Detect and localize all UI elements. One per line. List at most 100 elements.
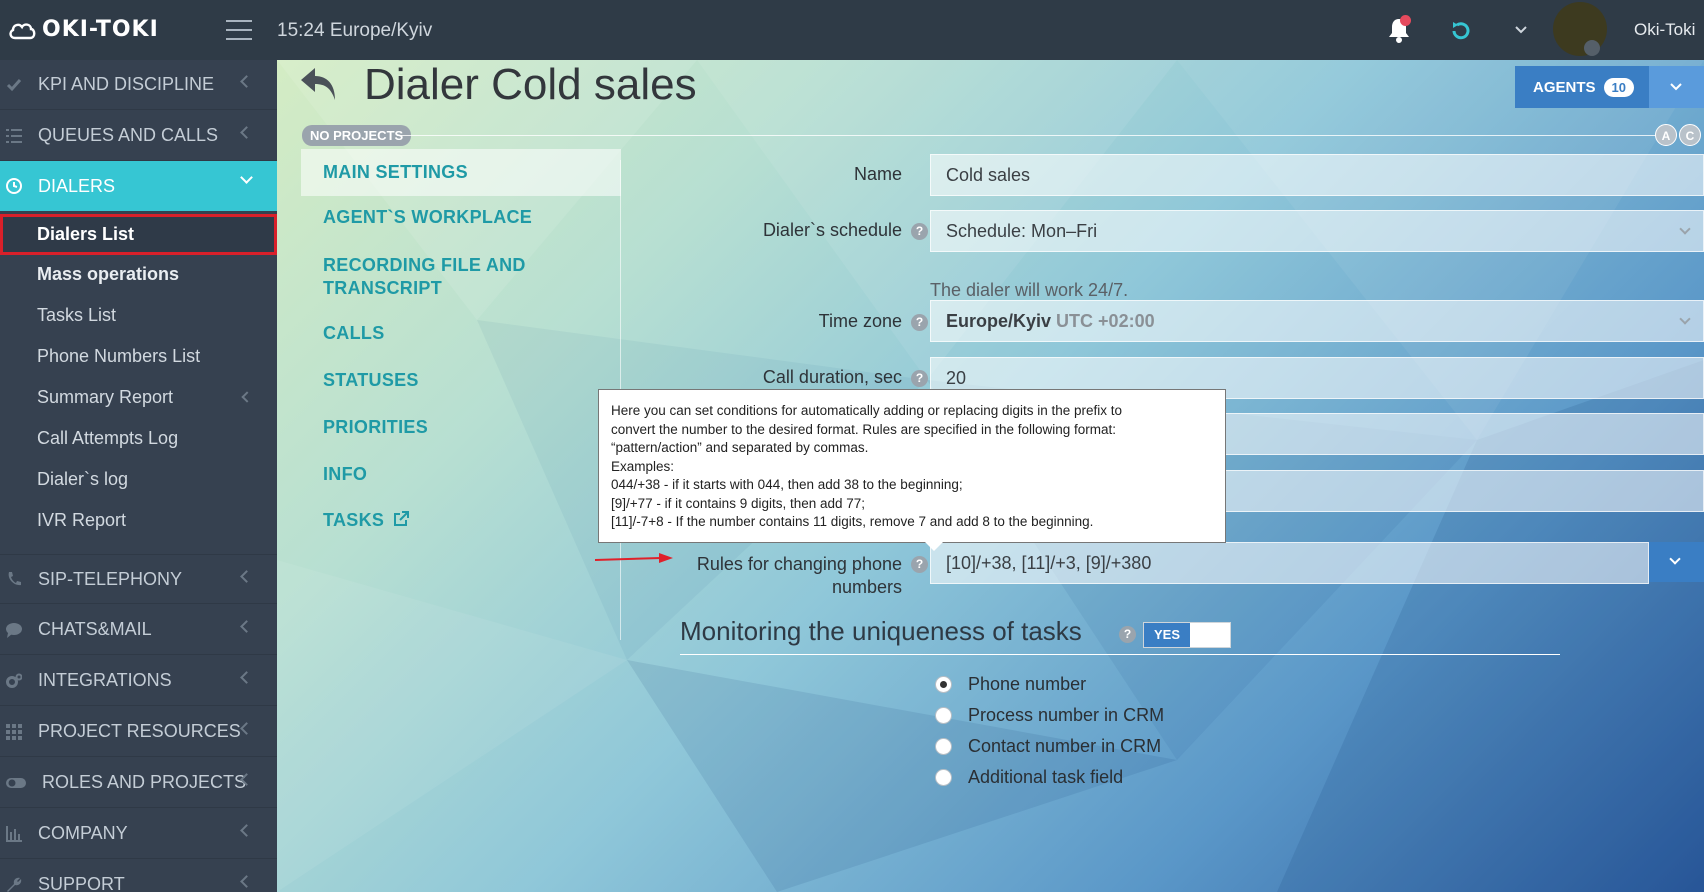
grid-icon bbox=[6, 723, 22, 740]
schedule-hint: The dialer will work 24/7. bbox=[930, 280, 1129, 300]
radio-label: Phone number bbox=[968, 674, 1087, 694]
tab-tasks[interactable]: TASKS bbox=[301, 510, 621, 531]
tab-statuses[interactable]: STATUSES bbox=[301, 370, 621, 391]
back-arrow-icon[interactable] bbox=[299, 66, 339, 102]
chat-icon bbox=[6, 622, 22, 638]
timezone-utc: UTC +02:00 bbox=[1056, 311, 1155, 331]
agents-button[interactable]: AGENTS 10 bbox=[1515, 66, 1649, 108]
sidebar-sub-dialers-list[interactable]: Dialers List bbox=[0, 214, 277, 255]
agents-dropdown-button[interactable] bbox=[1649, 66, 1704, 108]
sidebar-item-project-resources[interactable]: PROJECT RESOURCES bbox=[0, 707, 277, 757]
sidebar-sub-ivr-report[interactable]: IVR Report bbox=[0, 500, 277, 541]
help-icon[interactable]: ? bbox=[911, 370, 928, 387]
help-icon[interactable]: ? bbox=[911, 556, 928, 573]
sidebar-item-label: KPI AND DISCIPLINE bbox=[38, 74, 215, 94]
sidebar-item-label: DIALERS bbox=[38, 175, 116, 196]
tooltip-line: [9]/+77 - if it contains 9 digits, then … bbox=[611, 495, 866, 511]
tooltip-line: 044/+38 - if it starts with 044, then ad… bbox=[611, 477, 963, 492]
help-icon[interactable]: ? bbox=[911, 223, 928, 240]
agents-count-badge: 10 bbox=[1603, 77, 1634, 97]
sidebar-item-integrations[interactable]: INTEGRATIONS bbox=[0, 656, 277, 706]
help-icon[interactable]: ? bbox=[911, 314, 928, 331]
tab-tasks-label: TASKS bbox=[323, 510, 385, 530]
help-icon[interactable]: ? bbox=[1119, 626, 1136, 643]
tab-main-settings[interactable]: MAIN SETTINGS bbox=[301, 149, 621, 196]
external-link-icon bbox=[394, 511, 410, 526]
logo-text: OKI-TOKI bbox=[42, 17, 159, 42]
sidebar-sub-summary-report[interactable]: Summary Report bbox=[0, 377, 277, 418]
sidebar-sub-phone-numbers-list[interactable]: Phone Numbers List bbox=[0, 336, 277, 377]
radio-button[interactable] bbox=[935, 738, 952, 755]
chevron-down-icon[interactable] bbox=[1515, 26, 1527, 34]
sidebar-item-label: SUPPORT bbox=[38, 874, 125, 892]
sidebar-item-chats[interactable]: CHATS&MAIL bbox=[0, 605, 277, 655]
sidebar-item-roles[interactable]: ROLES AND PROJECTS bbox=[0, 758, 277, 808]
radio-process-number[interactable]: Process number in CRM bbox=[935, 705, 1164, 726]
tab-priorities[interactable]: PRIORITIES bbox=[301, 417, 621, 438]
name-label: Name bbox=[853, 164, 902, 184]
tooltip-line: Examples: bbox=[611, 458, 675, 474]
radio-additional-field[interactable]: Additional task field bbox=[935, 767, 1123, 788]
radio-button[interactable] bbox=[935, 676, 952, 693]
phone-icon bbox=[8, 572, 21, 586]
schedule-value: Schedule: Mon–Fri bbox=[946, 221, 1098, 241]
rules-input[interactable]: [10]/+38, [11]/+3, [9]/+380 bbox=[930, 542, 1649, 584]
tab-agents-workplace[interactable]: AGENT`S WORKPLACE bbox=[301, 207, 621, 228]
sidebar-item-label: INTEGRATIONS bbox=[38, 670, 172, 690]
rules-label: Rules for changing phone numbers bbox=[696, 554, 902, 597]
sidebar-item-label: SIP-TELEPHONY bbox=[38, 568, 183, 589]
tab-info[interactable]: INFO bbox=[301, 464, 621, 485]
radio-label: Process number in CRM bbox=[968, 705, 1165, 725]
refresh-icon[interactable] bbox=[1450, 20, 1472, 42]
projects-badge[interactable]: NO PROJECTS bbox=[302, 125, 412, 146]
title-divider bbox=[397, 135, 1667, 136]
radio-button[interactable] bbox=[935, 769, 952, 786]
schedule-select[interactable]: Schedule: Mon–Fri bbox=[930, 210, 1704, 252]
tab-calls[interactable]: CALLS bbox=[301, 323, 621, 344]
page-title: Dialer Cold sales bbox=[364, 60, 697, 109]
tab-recording-file[interactable]: RECORDING FILE AND TRANSCRIPT bbox=[301, 254, 561, 300]
username[interactable]: Oki-Toki bbox=[1634, 20, 1695, 40]
name-input[interactable]: Cold sales bbox=[930, 154, 1704, 196]
tooltip-line: [11]/-7+8 - If the number contains 11 di… bbox=[611, 514, 1094, 529]
menu-toggle-icon[interactable] bbox=[226, 20, 252, 40]
sidebar-item-company[interactable]: COMPANY bbox=[0, 809, 277, 859]
sidebar-sub-call-attempts-log[interactable]: Call Attempts Log bbox=[0, 418, 277, 459]
tooltip-tail bbox=[925, 542, 943, 551]
circle-a-badge[interactable]: A bbox=[1655, 124, 1677, 146]
sidebar-item-label: QUEUES AND CALLS bbox=[38, 125, 219, 145]
timezone-select[interactable]: Europe/Kyiv UTC +02:00 bbox=[930, 300, 1704, 342]
radio-phone-number[interactable]: Phone number bbox=[935, 674, 1086, 695]
sidebar-item-sip[interactable]: SIP-TELEPHONY bbox=[0, 554, 277, 604]
tooltip-line: “pattern/action” and separated by commas… bbox=[611, 440, 869, 455]
toggle-icon bbox=[6, 777, 26, 788]
sidebar-item-dialers[interactable]: DIALERS bbox=[0, 161, 277, 211]
sidebar-item-support[interactable]: SUPPORT bbox=[0, 860, 277, 892]
tooltip-line: Here you can set conditions for automati… bbox=[611, 403, 1123, 418]
red-arrow-annotation bbox=[595, 553, 673, 563]
logo[interactable]: OKI-TOKI bbox=[8, 17, 159, 42]
sidebar-sub-tasks-list[interactable]: Tasks List bbox=[0, 295, 277, 336]
circle-c-badge[interactable]: C bbox=[1679, 124, 1701, 146]
sidebar-item-label: COMPANY bbox=[38, 823, 128, 843]
radio-contact-number[interactable]: Contact number in CRM bbox=[935, 736, 1161, 757]
sidebar-item-queues[interactable]: QUEUES AND CALLS bbox=[0, 111, 277, 161]
wrench-icon bbox=[7, 877, 22, 892]
sidebar-item-kpi[interactable]: KPI AND DISCIPLINE bbox=[0, 60, 277, 110]
top-bar: OKI-TOKI 15:24 Europe/Kyiv Oki-Toki bbox=[0, 0, 1704, 60]
monitoring-title: Monitoring the uniqueness of tasks bbox=[680, 616, 1082, 646]
rules-dropdown-button[interactable] bbox=[1649, 542, 1704, 582]
radio-label: Contact number in CRM bbox=[968, 736, 1162, 756]
sidebar-sub-label: Summary Report bbox=[37, 387, 174, 407]
monitoring-toggle[interactable]: YES bbox=[1143, 622, 1231, 648]
sidebar-sub-mass-operations[interactable]: Mass operations bbox=[0, 254, 277, 295]
clock: 15:24 Europe/Kyiv bbox=[277, 20, 433, 41]
cloud-icon bbox=[9, 22, 36, 39]
agents-label: AGENTS bbox=[1533, 78, 1596, 96]
chevron-down-icon bbox=[1670, 83, 1682, 91]
bar-chart-icon bbox=[6, 825, 22, 842]
radio-button[interactable] bbox=[935, 707, 952, 724]
timezone-label: Time zone bbox=[818, 311, 902, 331]
timezone-value: Europe/Kyiv bbox=[946, 311, 1052, 331]
sidebar-sub-dialers-log[interactable]: Dialer`s log bbox=[0, 459, 277, 500]
